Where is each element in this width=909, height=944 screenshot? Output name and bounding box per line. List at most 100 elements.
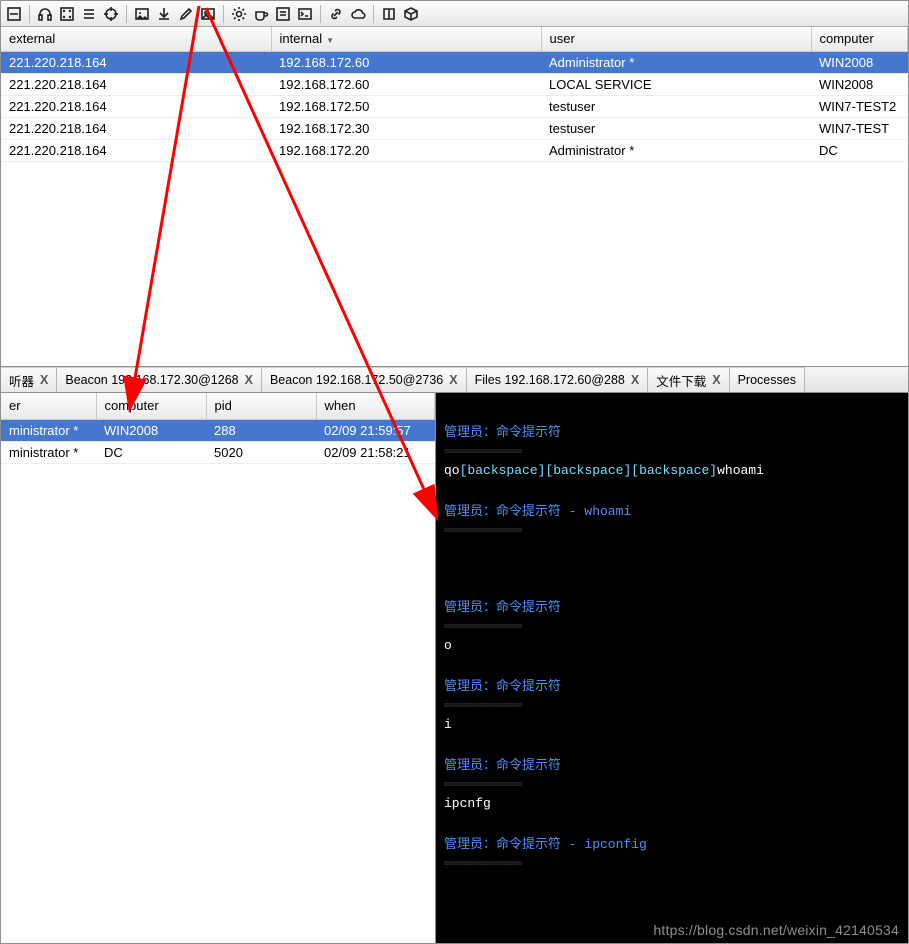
tab-close-icon[interactable]: X (631, 373, 639, 387)
tab-label: Beacon 192.168.172.30@1268 (65, 373, 238, 387)
cell-computer: WIN2008 (811, 73, 908, 95)
cell-er: ministrator * (1, 441, 96, 463)
cell-internal: 192.168.172.50 (271, 95, 541, 117)
tab-strip: 听器XBeacon 192.168.172.30@1268XBeacon 192… (1, 367, 908, 393)
pencil-icon[interactable] (177, 5, 195, 23)
cell-external: 221.220.218.164 (1, 139, 271, 161)
cell-when: 02/09 21:58:21 (316, 441, 435, 463)
console-line (444, 403, 900, 421)
col-er[interactable]: er (1, 393, 96, 419)
download-icon[interactable] (155, 5, 173, 23)
headphones-icon[interactable] (36, 5, 54, 23)
cell-user: Administrator * (541, 139, 811, 161)
console-output[interactable]: 管理员：命令提示符 ══════════ qo[backspace][backspa… (436, 393, 908, 943)
sessions-table[interactable]: external internal▼ user computer 221.220… (1, 27, 908, 162)
col-internal[interactable]: internal▼ (271, 27, 541, 51)
console-line: 管理员：命令提示符 - whoami (444, 500, 900, 519)
tab[interactable]: Beacon 192.168.172.30@1268 X (57, 367, 262, 392)
tab-close-icon[interactable]: X (712, 373, 720, 387)
col-computer2[interactable]: computer (96, 393, 206, 419)
session-row[interactable]: 221.220.218.164192.168.172.50testuserWIN… (1, 95, 908, 117)
cell-external: 221.220.218.164 (1, 95, 271, 117)
terminal-icon[interactable] (296, 5, 314, 23)
lower-split: er computer pid when ministrator *WIN200… (1, 393, 908, 943)
cell-pid: 288 (206, 419, 316, 441)
cloud-icon[interactable] (349, 5, 367, 23)
tab-close-icon[interactable]: X (40, 373, 48, 387)
toolbar-separator (29, 5, 30, 23)
dice-icon[interactable] (58, 5, 76, 23)
session-row[interactable]: 221.220.218.164192.168.172.20Administrat… (1, 139, 908, 161)
link-icon[interactable] (327, 5, 345, 23)
tab[interactable]: Processes (730, 367, 805, 392)
sessions-pane: external internal▼ user computer 221.220… (1, 27, 908, 367)
console-line (444, 815, 900, 833)
minimize-icon[interactable] (5, 5, 23, 23)
col-user[interactable]: user (541, 27, 811, 51)
console-line: ══════════ (444, 777, 900, 792)
col-computer[interactable]: computer (811, 27, 908, 51)
toolbar-separator (223, 5, 224, 23)
tab[interactable]: 听器 X (1, 367, 57, 392)
tab-close-icon[interactable]: X (449, 373, 457, 387)
tab-close-icon[interactable]: X (245, 373, 253, 387)
console-line: 管理员：命令提示符 (444, 675, 900, 694)
cell-internal: 192.168.172.60 (271, 73, 541, 95)
tab-label: Beacon 192.168.172.50@2736 (270, 373, 443, 387)
process-table[interactable]: er computer pid when ministrator *WIN200… (1, 393, 435, 464)
cell-computer: DC (811, 139, 908, 161)
console-line: 管理员：命令提示符 (444, 596, 900, 615)
console-line: ══════════ (444, 444, 900, 459)
console-line (444, 482, 900, 500)
tab[interactable]: Beacon 192.168.172.50@2736 X (262, 367, 467, 392)
console-line (444, 542, 900, 560)
toolbar-separator (373, 5, 374, 23)
session-row[interactable]: 221.220.218.164192.168.172.60Administrat… (1, 51, 908, 73)
image-box-icon[interactable] (133, 5, 151, 23)
picture-icon[interactable] (199, 5, 217, 23)
cell-user: testuser (541, 117, 811, 139)
console-line: ipcnfg (444, 796, 900, 811)
console-line: 管理员：命令提示符 (444, 421, 900, 440)
list-icon[interactable] (80, 5, 98, 23)
coffee-icon[interactable] (252, 5, 270, 23)
console-line (444, 578, 900, 596)
tab-label: 听器 (9, 371, 34, 390)
package-icon[interactable] (402, 5, 420, 23)
cell-computer: WIN2008 (96, 419, 206, 441)
cell-internal: 192.168.172.20 (271, 139, 541, 161)
session-row[interactable]: 221.220.218.164192.168.172.30testuserWIN… (1, 117, 908, 139)
cell-external: 221.220.218.164 (1, 51, 271, 73)
cell-internal: 192.168.172.60 (271, 51, 541, 73)
console-line: ══════════ (444, 523, 900, 538)
cell-computer: WIN2008 (811, 51, 908, 73)
cell-pid: 5020 (206, 441, 316, 463)
gear-icon[interactable] (230, 5, 248, 23)
cell-er: ministrator * (1, 419, 96, 441)
tab-label: Processes (738, 373, 796, 387)
col-external[interactable]: external (1, 27, 271, 51)
cell-internal: 192.168.172.30 (271, 117, 541, 139)
cell-external: 221.220.218.164 (1, 117, 271, 139)
console-line: ══════════ (444, 856, 900, 871)
console-line (444, 736, 900, 754)
text-icon[interactable] (274, 5, 292, 23)
target-icon[interactable] (102, 5, 120, 23)
cell-user: Administrator * (541, 51, 811, 73)
process-row[interactable]: ministrator *DC502002/09 21:58:21 (1, 441, 435, 463)
process-row[interactable]: ministrator *WIN200828802/09 21:59:57 (1, 419, 435, 441)
console-line: qo[backspace][backspace][backspace]whoam… (444, 463, 900, 478)
col-pid[interactable]: pid (206, 393, 316, 419)
tab[interactable]: Files 192.168.172.60@288 X (467, 367, 649, 392)
tab[interactable]: 文件下载X (648, 367, 729, 392)
toolbar (1, 1, 908, 27)
console-line: 管理员：命令提示符 (444, 754, 900, 773)
sort-indicator-icon: ▼ (326, 36, 334, 45)
session-row[interactable]: 221.220.218.164192.168.172.60LOCAL SERVI… (1, 73, 908, 95)
cell-user: LOCAL SERVICE (541, 73, 811, 95)
cell-computer: WIN7-TEST2 (811, 95, 908, 117)
col-when[interactable]: when (316, 393, 435, 419)
tab-label: Files 192.168.172.60@288 (475, 373, 625, 387)
book-icon[interactable] (380, 5, 398, 23)
console-line: 管理员：命令提示符 - ipconfig (444, 833, 900, 852)
